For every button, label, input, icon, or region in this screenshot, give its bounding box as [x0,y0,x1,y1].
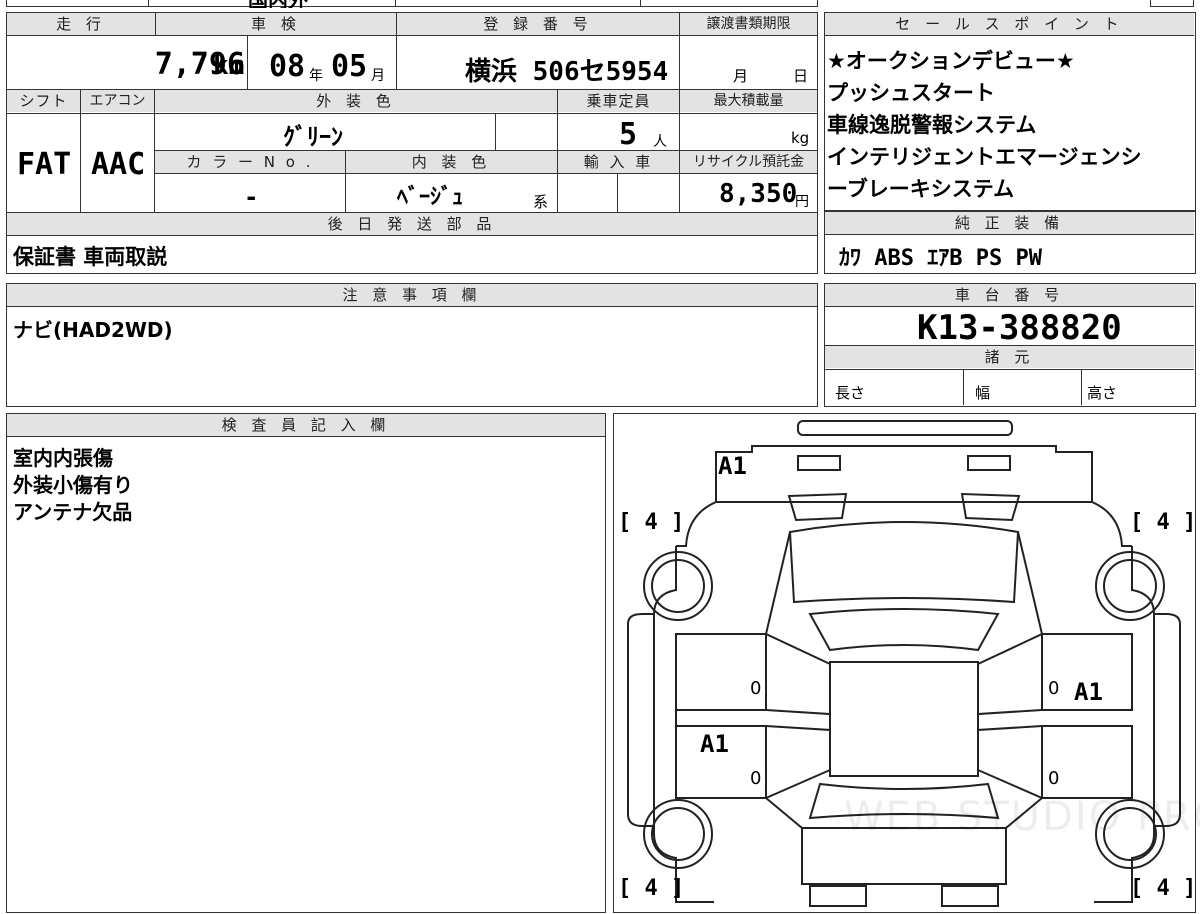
header-capacity: 乗車定員 [558,90,679,112]
tire-mark: [ 4 ] [618,510,685,535]
header-notes: 注 意 事 項 欄 [7,284,817,306]
sales-points-panel: セ ー ル ス ポ イ ン ト ★オークションデビュー★ プッシュスタート 車線… [824,12,1196,211]
header-aircon: エアコン [81,90,154,112]
header-inspection: 車 検 [156,13,396,35]
top-stub-text: 国内外 [248,0,308,8]
inspection-month: 05 [331,49,368,84]
car-diagram-panel: [ 4 ] [ 4 ] [ 4 ] [ 4 ] A1 A1 A1 0 0 0 0… [613,413,1200,913]
sales-point-line: プッシュスタート [827,81,995,105]
top-stub: 国内外 [0,0,1200,8]
zero-mark: 0 [750,768,762,789]
sales-point-line: ーブレーキシステム [827,177,1015,201]
damage-code: A1 [700,730,729,758]
header-specs: 諸 元 [825,346,1194,368]
header-chassis: 車 台 番 号 [825,284,1194,306]
header-recycle: リサイクル預託金 [680,151,817,173]
inspection-month-unit: 月 [371,68,385,84]
color-no-value: - [244,183,259,211]
recycle-value: 8,350 [719,179,798,209]
aircon-value: AAC [91,147,146,182]
interior-suffix: 系 [533,193,549,211]
zero-mark: 0 [1048,768,1060,789]
damage-code: A1 [1074,678,1103,706]
shift-value: FAT [17,147,72,182]
damage-code: A1 [718,452,747,480]
header-color-no: カ ラ ー N o . [155,151,345,173]
inspection-year: 08 [269,49,306,84]
header-max-load: 最大積載量 [680,90,817,112]
spec-height-label: 高さ [1087,384,1118,402]
zero-mark: 0 [1048,678,1060,699]
main-info-sheet: 走 行 車 検 登 録 番 号 譲渡書類期限 7,796 km 08 年 05 … [6,12,818,274]
exterior-color-value: ｸﾞﾘｰﾝ [283,123,343,151]
sales-point-line: 車線逸脱警報システム [827,113,1037,137]
chassis-number: K13-388820 [917,308,1122,348]
registration-value: 横浜 506セ5954 [465,57,669,87]
spec-width-label: 幅 [975,384,991,402]
inspector-line: 外装小傷有り [13,473,133,497]
tire-mark: [ 4 ] [618,876,685,901]
inspection-year-unit: 年 [309,68,323,84]
notes-value: ナビ(HAD2WD) [13,318,173,342]
header-genuine-equipment: 純 正 装 備 [825,212,1194,234]
later-parts-value: 保証書 車両取説 [13,245,168,269]
header-inspector: 検 査 員 記 入 欄 [7,414,605,436]
genuine-equipment-value: ｶﾜ ABS ｴｱB PS PW [839,246,1042,271]
header-import: 輸 入 車 [558,151,679,173]
transfer-month-unit: 月 [733,67,749,85]
inspector-panel: 検 査 員 記 入 欄 室内内張傷 外装小傷有り アンテナ欠品 [6,413,606,913]
header-transfer-deadline: 譲渡書類期限 [680,13,817,35]
sales-point-line: ★オークションデビュー★ [827,49,1075,73]
watermark: WEB STUDIO PRO [844,794,1200,840]
genuine-equipment-panel: 純 正 装 備 ｶﾜ ABS ｴｱB PS PW [824,211,1196,274]
header-sales-points: セ ー ル ス ポ イ ン ト [825,13,1194,35]
max-load-unit: kg [791,129,810,147]
header-shift: シフト [7,90,80,112]
recycle-unit: 円 [795,194,809,210]
mileage-unit: km [213,51,245,81]
tire-mark: [ 4 ] [1130,876,1197,901]
capacity-value: 5 [619,117,638,152]
chassis-panel: 車 台 番 号 K13-388820 諸 元 長さ 幅 高さ [824,283,1196,407]
interior-color-value: ﾍﾞｰｼﾞｭ [397,185,464,210]
notes-panel: 注 意 事 項 欄 ナビ(HAD2WD) [6,283,818,407]
spec-length-label: 長さ [835,384,866,402]
header-interior-color: 内 装 色 [346,151,557,173]
header-exterior-color: 外 装 色 [155,90,557,112]
sales-point-line: インテリジェントエマージェンシ [827,145,1142,169]
inspector-line: アンテナ欠品 [13,500,133,524]
transfer-day-unit: 日 [793,67,809,85]
zero-mark: 0 [750,678,762,699]
header-later-parts: 後 日 発 送 部 品 [7,213,817,235]
header-mileage: 走 行 [7,13,155,35]
tire-mark: [ 4 ] [1130,510,1197,535]
capacity-unit: 人 [653,134,667,150]
inspector-line: 室内内張傷 [13,446,113,470]
header-registration: 登 録 番 号 [397,13,679,35]
